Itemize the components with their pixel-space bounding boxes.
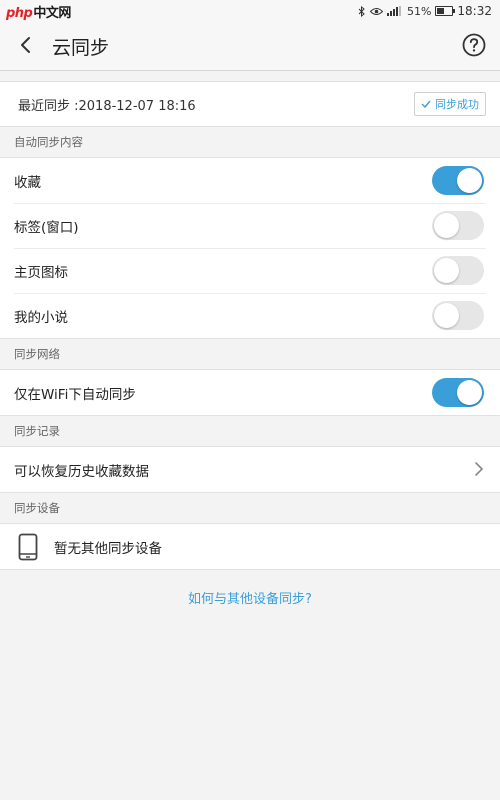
toggle-knob [434,213,459,238]
page-title: 云同步 [52,37,110,59]
app-header: 云同步 [0,22,500,71]
toggle-knob [434,303,459,328]
question-circle-icon[interactable] [462,33,486,57]
last-sync-label: 最近同步 :2018-12-07 18:16 [18,99,196,114]
auto-sync-group: 收藏 标签(窗口) 主页图标 我的小说 [0,157,500,339]
sync-status-badge: 同步成功 [414,92,486,116]
toggle-favorites[interactable] [432,166,484,195]
setting-row-home-icons: 主页图标 [0,248,500,293]
setting-row-novels: 我的小说 [0,293,500,338]
chevron-right-icon [475,462,483,476]
toggle-knob [434,258,459,283]
setting-label: 收藏 [14,174,41,191]
eye-icon [369,7,383,15]
watermark-logo: php中文网 [6,6,71,21]
section-header-sync-network: 同步网络 [0,339,500,369]
no-devices-label: 暂无其他同步设备 [54,540,162,557]
setting-row-favorites: 收藏 [0,158,500,203]
signal-icon [386,6,401,16]
restore-history-row[interactable]: 可以恢复历史收藏数据 [0,447,500,492]
section-header-auto-sync: 自动同步内容 [0,127,500,157]
setting-label: 我的小说 [14,309,68,326]
status-icons: 51% 18:32 [358,4,492,18]
sync-records-group: 可以恢复历史收藏数据 [0,446,500,493]
status-bar: php中文网 51% 18:32 [0,0,500,22]
setting-label: 标签(窗口) [14,219,79,236]
last-sync-row: 最近同步 :2018-12-07 18:16 同步成功 [0,81,500,127]
toggle-home-icons[interactable] [432,256,484,285]
section-header-sync-records: 同步记录 [0,416,500,446]
toggle-novels[interactable] [432,301,484,330]
setting-label: 可以恢复历史收藏数据 [14,463,149,480]
bluetooth-icon [358,5,365,17]
setting-row-tabs: 标签(窗口) [0,203,500,248]
sync-network-group: 仅在WiFi下自动同步 [0,369,500,416]
phone-icon [18,533,38,560]
check-icon [421,100,431,108]
status-time: 18:32 [457,4,492,18]
battery-icon [435,6,456,16]
battery-percent: 51% [406,4,432,18]
toggle-knob [457,380,482,405]
how-to-sync-link[interactable]: 如何与其他设备同步? [0,588,500,607]
toggle-wifi-only[interactable] [432,378,484,407]
setting-label: 主页图标 [14,264,68,281]
section-header-sync-devices: 同步设备 [0,493,500,523]
chevron-left-icon[interactable] [14,32,38,58]
sync-devices-group: 暂无其他同步设备 [0,523,500,570]
setting-label: 仅在WiFi下自动同步 [14,386,136,403]
toggle-knob [457,168,482,193]
setting-row-wifi-only: 仅在WiFi下自动同步 [0,370,500,415]
toggle-tabs[interactable] [432,211,484,240]
device-row: 暂无其他同步设备 [0,524,500,569]
sync-status-text: 同步成功 [435,98,479,111]
